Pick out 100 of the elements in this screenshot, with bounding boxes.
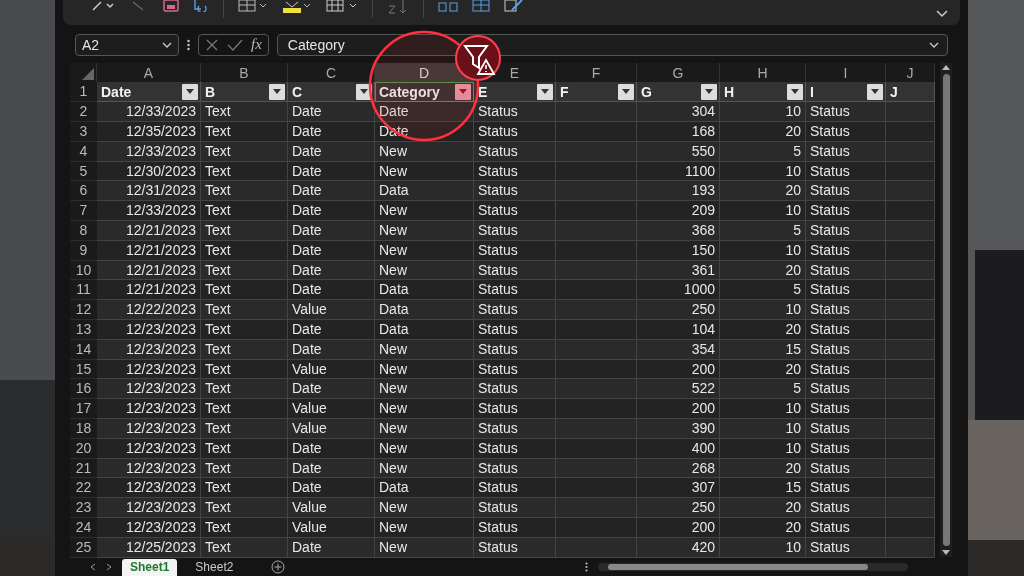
table-cell: Status [474,379,556,400]
table-cell: 1100 [637,161,720,182]
table-cell: Status [474,122,556,142]
table-cell: Date [288,181,375,202]
insert-function-button[interactable]: fx [251,36,262,54]
filter-button[interactable] [182,83,198,100]
table-cell: Status [806,339,886,360]
table-cell: New [375,220,474,241]
sort-icon[interactable] [387,0,409,14]
table-cell: Value [288,300,375,320]
next-sheet-icon[interactable] [106,563,112,572]
table-cell: Text [201,517,288,538]
table-cell: Text [201,379,288,400]
table-cell: Status [474,517,556,538]
filter-button[interactable] [537,83,553,100]
table-cell: 250 [637,300,720,320]
table-cell: New [375,418,474,439]
table-cell: 200 [637,399,720,419]
table-cell: 12/21/2023 [97,280,201,301]
filter-button[interactable] [701,83,717,100]
row-number: 1 [70,82,97,103]
table-cell: Status [806,141,886,162]
table-cell [886,300,935,320]
table-cell: 20 [720,517,806,538]
layout-icon[interactable] [438,0,458,12]
scroll-thumb[interactable] [608,564,869,571]
table-cell: Date [288,102,375,122]
vertical-scrollbar[interactable] [940,62,952,557]
table-cell: 20 [720,260,806,281]
table-cell [886,122,935,142]
table-cell: Status [806,478,886,499]
save-icon[interactable] [163,0,179,12]
scroll-up-icon[interactable] [942,64,950,70]
filter-button[interactable] [356,83,372,100]
previous-sheet-icon[interactable] [90,563,96,572]
table-cell: 193 [637,181,720,202]
undo-icon[interactable] [91,0,117,12]
scroll-thumb[interactable] [942,73,950,546]
table-cell: Text [201,122,288,142]
table-cell: Status [474,478,556,499]
sheet-tab[interactable]: Sheet2 [187,558,242,576]
table-cell: 5 [720,280,806,301]
table-cell [886,220,935,241]
table-cell: New [375,379,474,400]
table-cell: Status [806,260,886,281]
table-cell: Status [806,399,886,419]
table-cell: Status [806,201,886,221]
table-cell: New [375,260,474,281]
expand-icon[interactable] [936,10,948,18]
table-cell: 12/30/2023 [97,161,201,182]
scroll-down-icon[interactable] [942,549,950,555]
table-cell: Value [288,418,375,439]
more-icon[interactable] [187,38,190,51]
table-cell: Text [201,339,288,360]
more-icon[interactable] [585,562,589,573]
table-icon[interactable] [326,0,358,12]
table-cell: Status [474,161,556,182]
table-cell: Status [806,498,886,518]
add-sheet-icon[interactable] [271,560,286,575]
borders-icon[interactable] [238,0,268,12]
header-label: G [641,83,652,100]
filter-button[interactable] [455,83,471,100]
fill-color-icon[interactable] [282,0,312,14]
table-cell [886,141,935,162]
table-cell: Status [474,102,556,122]
table-cell: 20 [720,181,806,202]
table-cell: 522 [637,379,720,400]
table-cell: Text [201,240,288,261]
filter-button[interactable] [867,83,883,100]
table-cell: Status [806,280,886,301]
table-cell: 200 [637,517,720,538]
grid-icon[interactable] [472,0,490,12]
name-box[interactable]: A2 [75,33,179,56]
horizontal-scrollbar[interactable] [598,563,909,572]
edit-icon[interactable] [504,0,524,12]
table-cell: Date [288,319,375,340]
table-cell: 5 [720,379,806,400]
sheet-tab[interactable]: Sheet1 [122,558,178,576]
table-cell: Text [201,319,288,340]
check-icon[interactable] [227,37,243,52]
table-cell: New [375,498,474,518]
table-cell: 15 [720,478,806,499]
table-cell: Text [201,260,288,281]
table-cell: Data [375,280,474,301]
table-cell: New [375,537,474,558]
cancel-icon[interactable] [205,37,219,52]
filter-button[interactable] [269,83,285,100]
table-cell: 20 [720,122,806,142]
table-cell: Status [806,161,886,182]
table-cell: Status [806,220,886,241]
formula-field[interactable]: Category [276,33,948,56]
table-cell: Date [288,280,375,301]
corner-icon [82,67,94,80]
table-cell: 10 [720,537,806,558]
table-cell: Status [474,141,556,162]
table-cell: New [375,517,474,538]
table-cell: 250 [637,498,720,518]
filter-button[interactable] [618,83,634,100]
table-cell: 20 [720,319,806,340]
filter-button[interactable] [787,83,803,100]
